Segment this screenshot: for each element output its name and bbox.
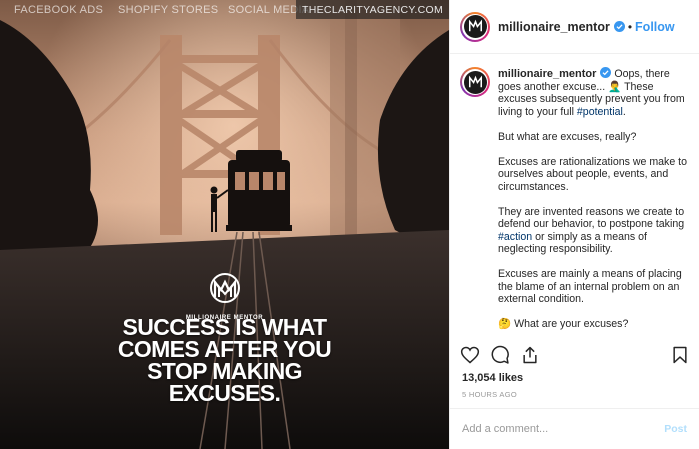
avatar[interactable] — [460, 11, 490, 42]
caption: millionaire_mentor Oops, there goes anot… — [460, 67, 689, 338]
quote-line: STOP MAKING — [147, 358, 302, 384]
watermark-agency: THECLARITYAGENCY.COM — [296, 0, 449, 19]
separator-dot: • — [627, 19, 633, 34]
watermark-shopify-stores: SHOPIFY STORES — [118, 4, 219, 16]
quote-line: EXCUSES. — [168, 380, 281, 406]
caption-text: millionaire_mentor Oops, there goes anot… — [498, 67, 689, 338]
caption-paragraph: Excuses are mainly a means of placing th… — [498, 268, 682, 305]
avatar-logo-icon — [463, 70, 487, 94]
hashtag-potential[interactable]: #potential — [577, 106, 623, 118]
action-bar — [460, 343, 690, 367]
share-icon[interactable] — [520, 345, 540, 365]
avatar-logo-icon — [463, 15, 487, 38]
verified-badge-icon — [600, 67, 612, 78]
post-comment-button[interactable]: Post — [664, 423, 687, 435]
millionaire-mentor-logo-icon — [209, 273, 240, 303]
caption-paragraph: 🤔 What are your excuses? — [498, 318, 629, 330]
caption-area[interactable]: millionaire_mentor Oops, there goes anot… — [450, 55, 699, 338]
caption-avatar[interactable] — [460, 67, 490, 97]
watermark-facebook-ads: FACEBOOK ADS — [14, 4, 104, 16]
quote-text: SUCCESS IS WHAT COMES AFTER YOU STOP MAK… — [0, 314, 449, 406]
likes-count[interactable]: 13,054 likes — [462, 372, 523, 384]
comment-box: Post — [450, 408, 699, 449]
watermark-nav: FACEBOOK ADS SHOPIFY STORES SOCIAL MEDIA… — [0, 0, 449, 20]
comment-icon[interactable] — [490, 345, 510, 365]
quote-line: COMES AFTER YOU — [117, 336, 332, 362]
caption-paragraph: Excuses are rationalizations we make to … — [498, 155, 688, 193]
bookmark-icon[interactable] — [670, 345, 690, 365]
caption-paragraph: They are invented reasons we create to d… — [498, 205, 685, 231]
hashtag-action[interactable]: #action — [498, 231, 532, 243]
post-header: millionaire_mentor • Follow — [450, 0, 699, 54]
verified-badge-icon — [613, 21, 625, 32]
heart-icon[interactable] — [460, 345, 480, 365]
comment-input[interactable] — [462, 423, 665, 435]
instagram-post-view: FACEBOOK ADS SHOPIFY STORES SOCIAL MEDIA… — [0, 0, 699, 449]
post-side-panel: millionaire_mentor • Follow millionaire_… — [449, 0, 699, 449]
caption-paragraph: But what are excuses, really? — [498, 130, 637, 143]
caption-intro-end: . — [622, 105, 626, 118]
caption-username[interactable]: millionaire_mentor — [498, 68, 596, 80]
post-timestamp[interactable]: 5 HOURS AGO — [462, 390, 517, 399]
follow-button[interactable]: Follow — [635, 20, 675, 34]
quote-line: SUCCESS IS WHAT — [122, 314, 328, 340]
post-image[interactable]: FACEBOOK ADS SHOPIFY STORES SOCIAL MEDIA… — [0, 0, 449, 449]
header-username[interactable]: millionaire_mentor — [498, 20, 610, 34]
